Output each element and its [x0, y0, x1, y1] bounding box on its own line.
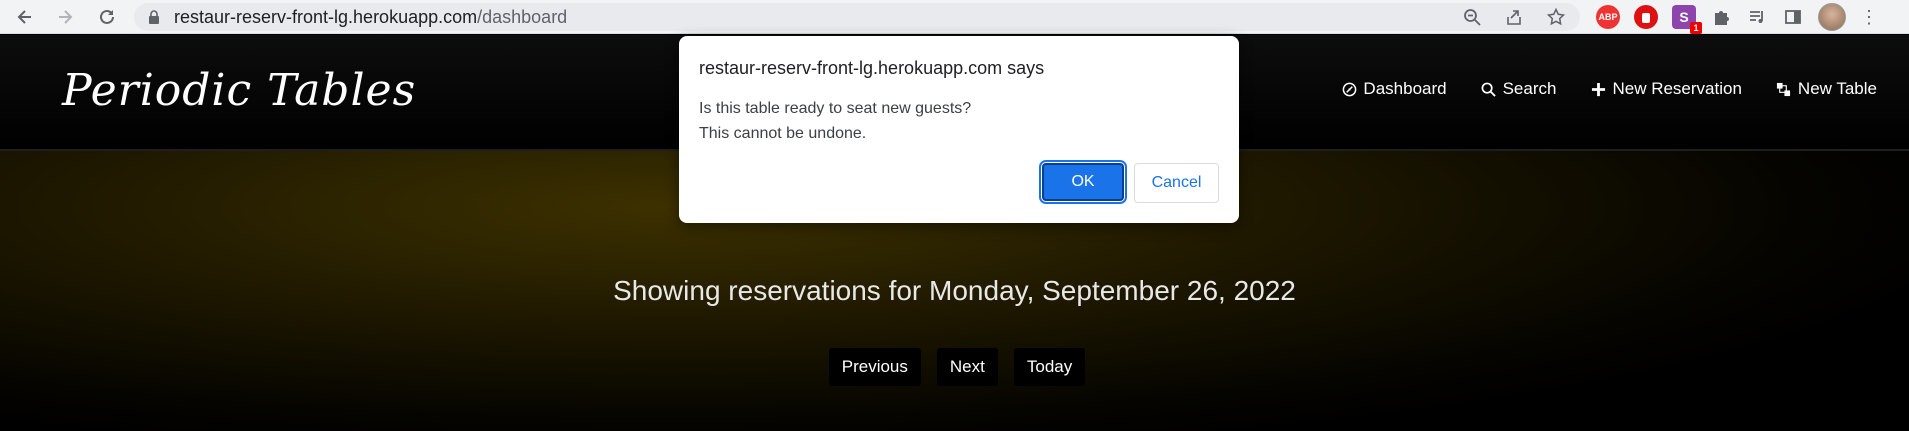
lock-icon [148, 10, 160, 24]
s-extension-badge: 1 [1690, 22, 1702, 34]
page-title: Showing reservations for Monday, Septemb… [613, 275, 1296, 306]
dashboard-icon [1341, 81, 1357, 97]
forward-button[interactable] [50, 2, 80, 32]
dialog-title: restaur-reserv-front-lg.herokuapp.com sa… [699, 58, 1045, 78]
dialog-message-line1: Is this table ready to seat new guests? [699, 100, 972, 117]
nav-dashboard[interactable]: Dashboard [1341, 79, 1447, 99]
url-host: restaur-reserv-front-lg.herokuapp.com [174, 6, 478, 27]
media-control-icon[interactable] [1746, 6, 1768, 28]
stop-hand-extension-icon[interactable] [1634, 5, 1658, 29]
today-button[interactable]: Today [1013, 348, 1086, 386]
profile-avatar[interactable] [1818, 3, 1846, 31]
arrow-left-icon [17, 10, 31, 24]
nav-dashboard-label: Dashboard [1363, 79, 1447, 98]
star-icon[interactable] [1546, 7, 1566, 27]
dialog-message-line2: This cannot be undone. [699, 125, 867, 142]
adblock-extension-label: ABP [1598, 12, 1618, 22]
browser-toolbar: restaur-reserv-front-lg.herokuapp.com/da… [0, 0, 1909, 34]
ok-button[interactable]: OK [1039, 160, 1127, 204]
brand-logo[interactable]: Periodic Tables [62, 65, 416, 116]
url-path: /dashboard [477, 6, 568, 27]
share-icon[interactable] [1504, 7, 1524, 27]
reload-button[interactable] [92, 2, 122, 32]
puzzle-icon[interactable] [1710, 6, 1732, 28]
plus-icon [1590, 81, 1606, 97]
dialog-message: Is this table ready to seat new guests? … [699, 96, 971, 146]
previous-button[interactable]: Previous [828, 348, 921, 386]
url-text: restaur-reserv-front-lg.herokuapp.com/da… [174, 7, 567, 28]
side-panel-icon[interactable] [1782, 6, 1804, 28]
date-nav-buttons: Previous Next Today [0, 348, 1909, 386]
arrow-right-icon [59, 10, 73, 24]
address-bar[interactable]: restaur-reserv-front-lg.herokuapp.com/da… [134, 3, 1580, 31]
nav-menu: Dashboard Search New Reservation New Tab… [1341, 79, 1877, 99]
nav-new-reservation-label: New Reservation [1612, 79, 1742, 98]
nav-search-label: Search [1502, 79, 1557, 98]
nav-new-reservation[interactable]: New Reservation [1590, 79, 1742, 99]
nav-search[interactable]: Search [1481, 79, 1557, 99]
search-icon [1481, 81, 1497, 97]
reload-icon [100, 9, 114, 24]
confirm-dialog: restaur-reserv-front-lg.herokuapp.com sa… [679, 36, 1239, 223]
kebab-menu-icon[interactable]: ⋮ [1860, 8, 1878, 26]
s-extension-label: S [1679, 9, 1689, 25]
next-button[interactable]: Next [936, 348, 998, 386]
nav-new-table-label: New Table [1797, 79, 1877, 98]
s-extension-icon[interactable]: S 1 [1672, 5, 1702, 34]
back-button[interactable] [10, 2, 40, 32]
nav-new-table[interactable]: New Table [1776, 79, 1877, 99]
cancel-button[interactable]: Cancel [1134, 163, 1219, 203]
adblock-extension-icon[interactable]: ABP [1596, 5, 1620, 29]
table-icon [1776, 81, 1792, 97]
zoom-out-icon[interactable] [1462, 7, 1482, 27]
